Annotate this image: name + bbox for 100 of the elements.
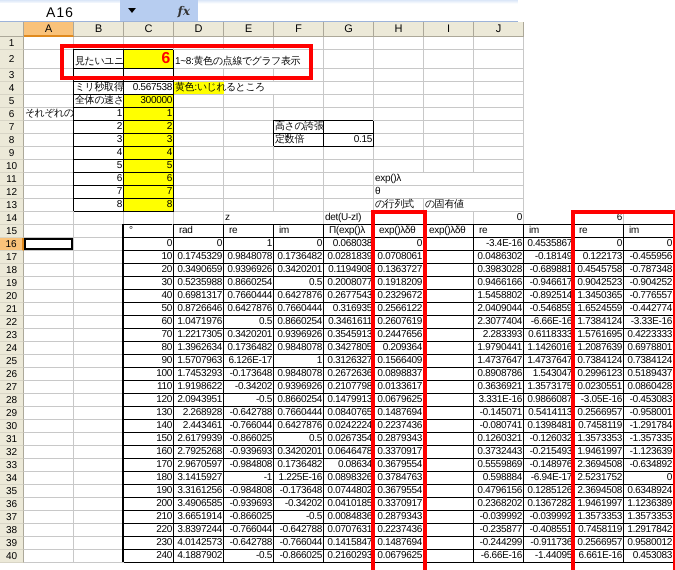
sheet-cell: 0.2879343 [374, 433, 424, 446]
sheet-cell: -0.34202 [224, 381, 274, 394]
row-header[interactable]: 6 [0, 108, 24, 121]
row-header[interactable]: 37 [0, 511, 24, 524]
sheet-cell: 0.0084836 [324, 511, 374, 524]
row-header[interactable]: 7 [0, 121, 24, 134]
row-header[interactable]: 34 [0, 472, 24, 485]
sheet-cell: -1.291784 [624, 420, 674, 433]
sheet-cell: 0.0486302 [474, 251, 524, 264]
row-header[interactable]: 11 [0, 173, 24, 186]
sheet-cell: 3.3161256 [174, 485, 224, 498]
sheet-cell: -0.766044 [274, 537, 324, 550]
row-header[interactable]: 3 [0, 69, 24, 82]
sheet-cell: 0.3420201 [224, 329, 274, 342]
row-header[interactable]: 31 [0, 433, 24, 446]
row-header[interactable]: 15 [0, 225, 24, 238]
row-header[interactable]: 19 [0, 277, 24, 290]
sheet-cell: 2.0943951 [174, 394, 224, 407]
sheet-cell: 3.4906585 [174, 498, 224, 511]
sheet-cell: 0.1285126 [524, 485, 574, 498]
column-header[interactable]: F [274, 22, 324, 37]
row-header[interactable]: 5 [0, 95, 24, 108]
row-header[interactable]: 32 [0, 446, 24, 459]
row-header[interactable]: 27 [0, 381, 24, 394]
column-header[interactable]: G [324, 22, 374, 37]
sheet-cell: 0.3545913 [324, 329, 374, 342]
sheet-cell: 0.0242224 [324, 420, 374, 433]
row-header[interactable]: 29 [0, 407, 24, 420]
row-header[interactable]: 13 [0, 199, 24, 212]
row-header[interactable]: 21 [0, 303, 24, 316]
sheet-cell: exp()λδθ [374, 225, 424, 238]
sheet-cell: 0.0707631 [324, 524, 374, 537]
sheet-cell: 1 [224, 238, 274, 251]
row-header[interactable]: 16 [0, 238, 24, 251]
row-header[interactable]: 22 [0, 316, 24, 329]
row-header[interactable]: 20 [0, 290, 24, 303]
column-header[interactable]: C [124, 22, 174, 37]
column-header[interactable]: I [424, 22, 474, 37]
column-header[interactable]: H [374, 22, 424, 37]
row-header[interactable]: 40 [0, 550, 24, 563]
row-header[interactable]: 39 [0, 537, 24, 550]
sheet-cell: -0.408551 [524, 524, 574, 537]
caret-icon[interactable] [128, 8, 136, 13]
sheet-cell: 0.1918209 [374, 277, 424, 290]
row-header[interactable]: 14 [0, 212, 24, 225]
sheet-cell: 0.0840765 [324, 407, 374, 420]
row-header[interactable]: 35 [0, 485, 24, 498]
column-header[interactable]: J [474, 22, 524, 37]
sheet-cell: 0.2677543 [324, 290, 374, 303]
function-button[interactable]: fx [176, 4, 192, 18]
sheet-cell: -0.904252 [624, 277, 674, 290]
sheet-cell: 0.3461611 [324, 316, 374, 329]
sheet-cell: 100 [124, 368, 174, 381]
sheet-cell: -0.766044 [224, 524, 274, 537]
sheet-cell: im [624, 225, 674, 238]
sheet-cell: 60 [124, 316, 174, 329]
row-header[interactable]: 2 [0, 50, 24, 69]
row-header[interactable]: 25 [0, 355, 24, 368]
sheet-cell: 0.2879343 [374, 511, 424, 524]
row-header[interactable]: 33 [0, 459, 24, 472]
row-header[interactable]: 18 [0, 264, 24, 277]
column-header[interactable]: A [24, 22, 74, 37]
sheet-cell: 1 [274, 355, 324, 368]
sheet-cell: 0.1415847 [324, 537, 374, 550]
row-header[interactable]: 4 [0, 82, 24, 95]
row-header[interactable]: 26 [0, 368, 24, 381]
sheet-cell: 0.598884 [474, 472, 524, 485]
sheet-cell: 1.3573353 [574, 433, 624, 446]
sheet-cell: -3.33E-16 [624, 316, 674, 329]
row-header[interactable]: 24 [0, 342, 24, 355]
sheet-cell: -1.357335 [624, 433, 674, 446]
sheet-cell: 4 [124, 147, 174, 160]
sheet-cell: 2.443461 [174, 420, 224, 433]
row-header[interactable]: 28 [0, 394, 24, 407]
row-header[interactable]: 9 [0, 147, 24, 160]
sheet-cell: 0 [474, 212, 524, 225]
sheet-cell: 0 [124, 238, 174, 251]
row-header[interactable]: 8 [0, 134, 24, 147]
row-header[interactable]: 30 [0, 420, 24, 433]
row-header[interactable]: 38 [0, 524, 24, 537]
row-header[interactable]: 36 [0, 498, 24, 511]
sheet-cell: -1.44095 [524, 550, 574, 563]
row-header[interactable]: 23 [0, 329, 24, 342]
sheet-cell: exp()λδθ [424, 225, 474, 238]
column-header[interactable]: B [74, 22, 124, 37]
row-header[interactable]: 17 [0, 251, 24, 264]
sheet-cell: 230 [124, 537, 174, 550]
sheet-cell: 0.4223333 [624, 329, 674, 342]
sheet-cell: 2.3694508 [574, 485, 624, 498]
sheet-cell: 0.8908786 [474, 368, 524, 381]
row-header[interactable]: 1 [0, 37, 24, 50]
column-header[interactable]: D [174, 22, 224, 37]
sheet-cell: 0.8660254 [224, 277, 274, 290]
sheet-cell: -0.546859 [524, 303, 574, 316]
column-header[interactable]: E [224, 22, 274, 37]
row-header[interactable]: 12 [0, 186, 24, 199]
active-cell[interactable] [24, 238, 74, 251]
sheet-cell: 0.7384124 [574, 355, 624, 368]
sheet-cell: 1.9461997 [574, 498, 624, 511]
row-header[interactable]: 10 [0, 160, 24, 173]
